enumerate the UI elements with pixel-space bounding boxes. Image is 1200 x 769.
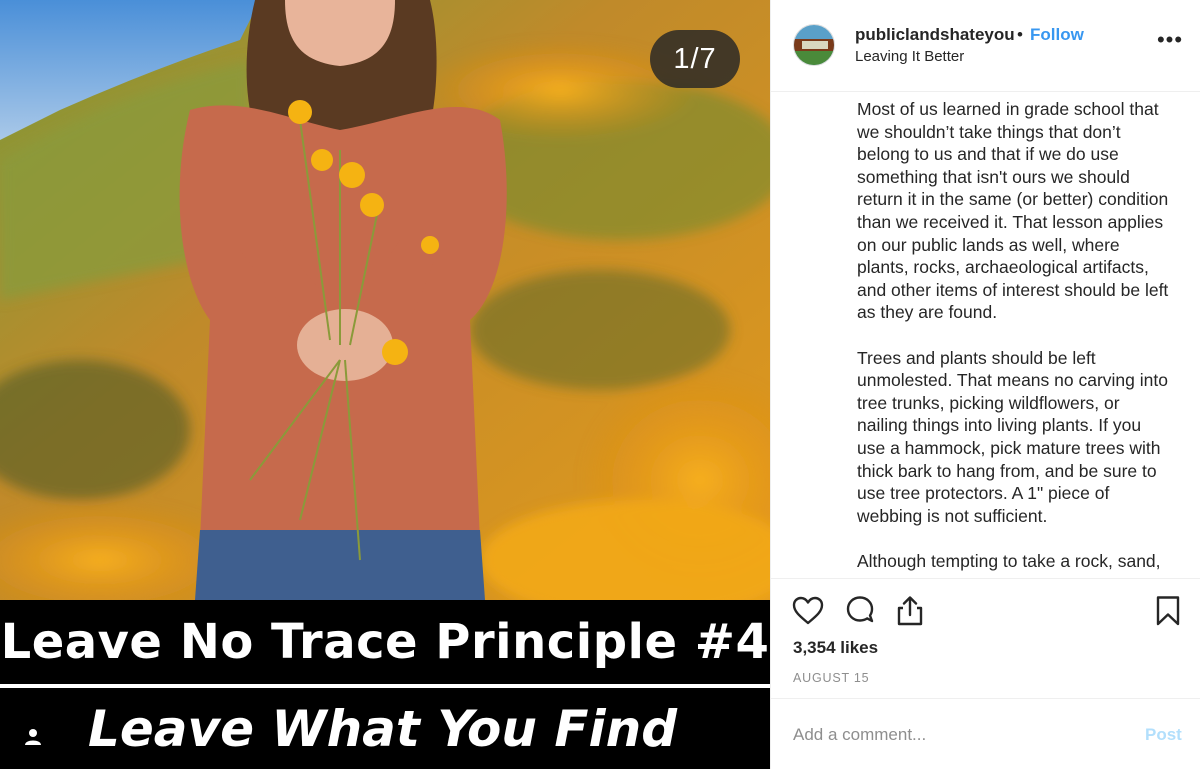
post-actions: 3,354 likes AUGUST 15 (771, 578, 1200, 698)
separator-dot: • (1017, 25, 1023, 44)
post-media[interactable]: 1/7 Leave No Trace Principle #4 Leave Wh… (0, 0, 770, 769)
heart-icon[interactable] (791, 594, 825, 628)
share-icon[interactable] (893, 594, 927, 628)
carousel-counter: 1/7 (650, 30, 740, 88)
add-comment-bar: Post (771, 698, 1200, 769)
post-date: AUGUST 15 (793, 671, 870, 685)
post-photo (0, 0, 770, 600)
caption-text-area[interactable]: Most of us learned in grade school that … (771, 92, 1200, 578)
post-side-panel: publiclandshateyou • Follow Leaving It B… (770, 0, 1200, 769)
avatar[interactable] (793, 24, 835, 66)
post-comment-button[interactable]: Post (1145, 725, 1182, 745)
location-link[interactable]: Leaving It Better (855, 48, 964, 65)
comment-icon[interactable] (843, 594, 877, 628)
more-options-icon[interactable]: ••• (1155, 29, 1185, 60)
image-caption-subtitle: Leave What You Find (0, 688, 770, 769)
username-link[interactable]: publiclandshateyou (855, 25, 1015, 45)
caption-paragraph: Most of us learned in grade school that … (857, 99, 1169, 323)
follow-button[interactable]: Follow (1030, 25, 1084, 45)
user-tag-icon[interactable] (22, 726, 44, 748)
caption-paragraph: Trees and plants should be left unmolest… (857, 347, 1168, 526)
bookmark-icon[interactable] (1151, 594, 1185, 628)
post-header: publiclandshateyou • Follow Leaving It B… (771, 0, 1200, 92)
caption-paragraph: Although tempting to take a rock, sand, (857, 550, 1161, 571)
comment-input[interactable] (793, 721, 1123, 749)
likes-count[interactable]: 3,354 likes (793, 638, 878, 658)
image-caption-title: Leave No Trace Principle #4 (0, 600, 770, 684)
